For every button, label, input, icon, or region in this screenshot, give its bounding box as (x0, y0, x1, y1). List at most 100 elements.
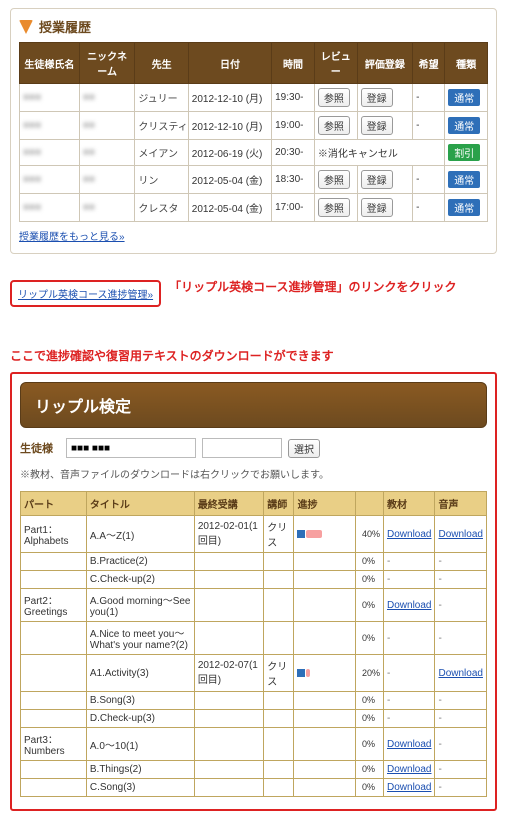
history-col-header: 日付 (188, 43, 271, 84)
last-date-cell (194, 589, 263, 622)
teacher-cell: メイアン (135, 140, 188, 166)
history-col-header: レビュー (314, 43, 357, 84)
progress-table: パートタイトル最終受講講師進捗教材音声 Part1：AlphabetsA.A～Z… (20, 491, 487, 797)
eval-button[interactable]: 登録 (361, 170, 393, 189)
kind-badge: 通常 (448, 117, 480, 134)
material-download-link[interactable]: Download (387, 600, 431, 611)
audio-cell: - (435, 589, 487, 622)
table-row: ■■■■■クレスタ2012-05-04 (金)17:00-参照登録-通常 (20, 194, 488, 222)
audio-download-link[interactable]: Download (438, 529, 482, 540)
date-cell: 2012-06-19 (火) (188, 140, 271, 166)
download-note: ※教材、音声ファイルのダウンロードは右クリックでお願いします。 (20, 466, 487, 481)
audio-cell: - (435, 622, 487, 655)
material-download-link[interactable]: Download (387, 764, 431, 775)
table-row: Part3：NumbersA.0～10(1)0%Download- (21, 728, 487, 761)
date-cell: 2012-05-04 (金) (188, 166, 271, 194)
material-download-link[interactable]: Download (387, 739, 431, 750)
panel-icon (19, 20, 33, 34)
material-cell: - (384, 553, 435, 571)
part-cell (21, 761, 87, 779)
review-button[interactable]: 参照 (318, 170, 350, 189)
last-date-cell (194, 692, 263, 710)
eval-button[interactable]: 登録 (361, 198, 393, 217)
audio-cell: - (435, 761, 487, 779)
audio-cell: Download (435, 516, 487, 553)
student-name-cell: ■■■ (20, 84, 80, 112)
progress-bar-cell (294, 553, 356, 571)
eval-button[interactable]: 登録 (361, 88, 393, 107)
review-button[interactable]: 参照 (318, 116, 350, 135)
student-name-cell: ■■■ (20, 166, 80, 194)
history-col-header: 生徒様氏名 (20, 43, 80, 84)
history-more-link[interactable]: 授業履歴をもっと見る» (19, 228, 125, 243)
part-cell (21, 692, 87, 710)
material-download-link[interactable]: Download (387, 529, 431, 540)
time-cell: 18:30- (272, 166, 315, 194)
kind-badge: 通常 (448, 171, 480, 188)
last-date-cell (194, 779, 263, 797)
part-cell (21, 655, 87, 692)
time-cell: 17:00- (272, 194, 315, 222)
progress-bar-cell (294, 728, 356, 761)
part-cell: Part3：Numbers (21, 728, 87, 761)
instruction-text-2: ここで進捗確認や復習用テキストのダウンロードができます (10, 347, 497, 364)
kentei-title-bar: リップル検定 (20, 382, 487, 428)
progress-bar-cell (294, 589, 356, 622)
material-cell: Download (384, 589, 435, 622)
last-date-cell (194, 571, 263, 589)
material-cell: - (384, 710, 435, 728)
last-date-cell (194, 761, 263, 779)
material-cell: - (384, 571, 435, 589)
panel-header: 授業履歴 (19, 17, 488, 36)
student-select-field[interactable] (202, 438, 282, 458)
progress-bar-cell (294, 710, 356, 728)
student-name-field[interactable] (66, 438, 196, 458)
history-table: 生徒様氏名ニックネーム先生日付時間レビュー評価登録希望種類 ■■■■■ジュリー2… (19, 42, 488, 222)
material-cell: Download (384, 516, 435, 553)
teacher-cell: リン (135, 166, 188, 194)
cancel-cell: ※消化キャンセル (314, 140, 444, 166)
teacher-cell: クリス (264, 516, 294, 553)
teacher-cell (264, 589, 294, 622)
review-button[interactable]: 参照 (318, 198, 350, 217)
audio-cell: - (435, 710, 487, 728)
table-row: ■■■■■クリスティ2012-12-10 (月)19:00-参照登録-通常 (20, 112, 488, 140)
review-cell: 参照 (314, 166, 357, 194)
part-cell: Part2：Greetings (21, 589, 87, 622)
material-cell: Download (384, 728, 435, 761)
part-cell (21, 571, 87, 589)
audio-cell: - (435, 779, 487, 797)
student-select-button[interactable]: 選択 (288, 439, 320, 458)
lesson-history-panel: 授業履歴 生徒様氏名ニックネーム先生日付時間レビュー評価登録希望種類 ■■■■■… (10, 8, 497, 254)
title-cell: B.Song(3) (86, 692, 194, 710)
last-date-cell (194, 622, 263, 655)
wish-cell: - (413, 84, 445, 112)
review-button[interactable]: 参照 (318, 88, 350, 107)
audio-download-link[interactable]: Download (438, 668, 482, 679)
teacher-cell (264, 728, 294, 761)
teacher-cell: ジュリー (135, 84, 188, 112)
audio-cell: - (435, 692, 487, 710)
teacher-cell: クレスタ (135, 194, 188, 222)
part-cell (21, 553, 87, 571)
progress-pct-cell: 0% (355, 571, 383, 589)
table-row: A.Nice to meet you～What's your name?(2)0… (21, 622, 487, 655)
student-label: 生徒様 (20, 440, 60, 456)
title-cell: D.Check-up(3) (86, 710, 194, 728)
history-col-header: 種類 (445, 43, 488, 84)
teacher-cell (264, 692, 294, 710)
progress-col-header (355, 492, 383, 516)
progress-col-header: 最終受講 (194, 492, 263, 516)
material-download-link[interactable]: Download (387, 782, 431, 793)
eval-button[interactable]: 登録 (361, 116, 393, 135)
material-cell: Download (384, 761, 435, 779)
progress-col-header: タイトル (86, 492, 194, 516)
eiken-progress-link[interactable]: リップル英検コース進捗管理» (18, 290, 153, 301)
nickname-cell: ■■ (79, 112, 135, 140)
kind-cell: 通常 (445, 84, 488, 112)
part-cell (21, 622, 87, 655)
progress-pct-cell: 20% (355, 655, 383, 692)
teacher-cell (264, 761, 294, 779)
teacher-cell: クリス (264, 655, 294, 692)
history-col-header: 希望 (413, 43, 445, 84)
